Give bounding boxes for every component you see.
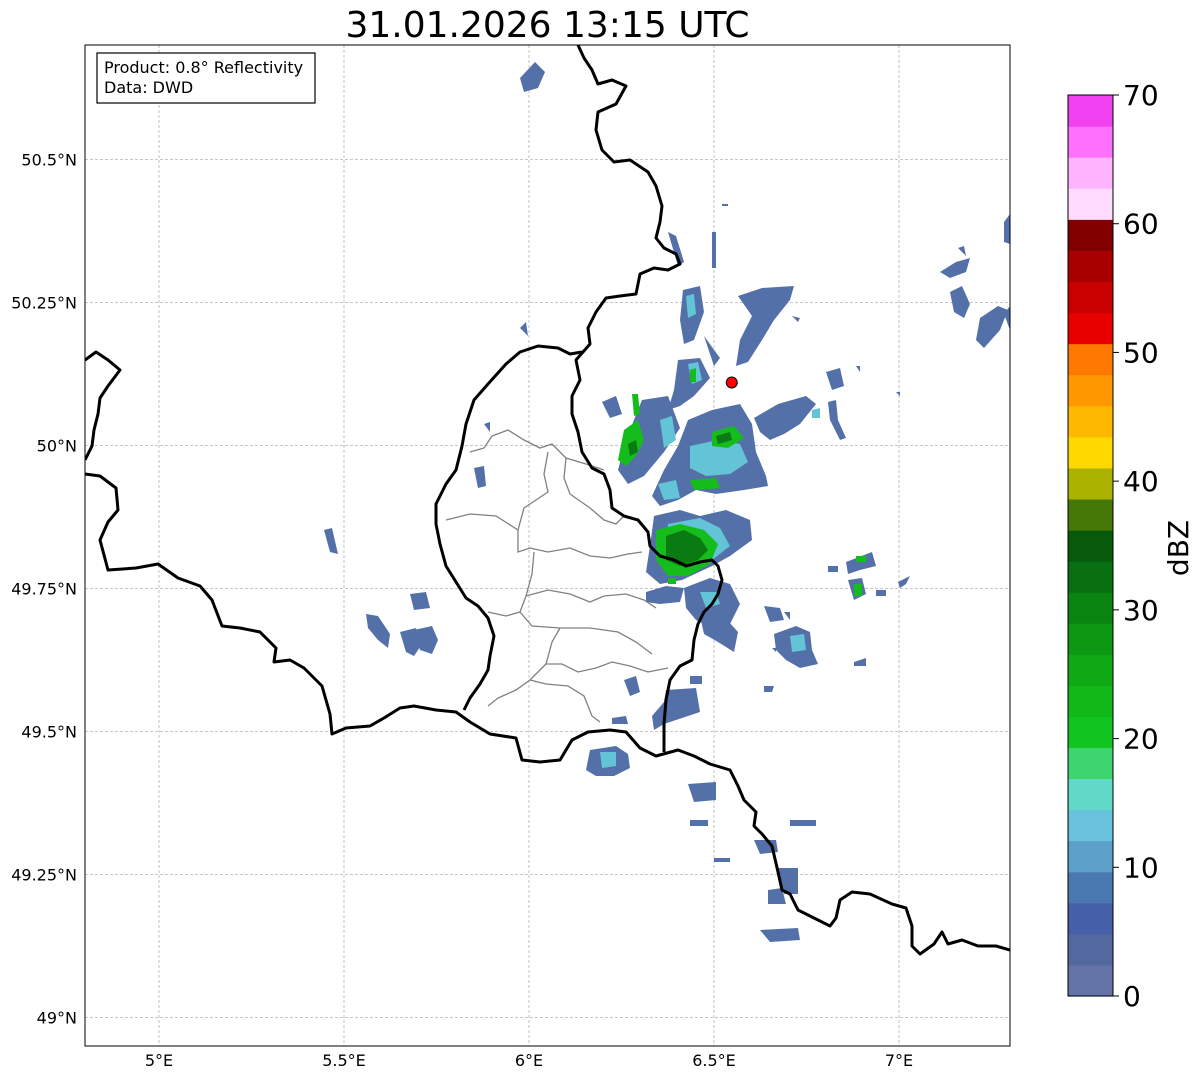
colorbar-ticks: 0 10 20 30 40 50 60 70 bbox=[1113, 79, 1159, 1013]
colorbar-segment bbox=[1068, 623, 1113, 655]
colorbar-tick-label: 60 bbox=[1123, 208, 1159, 241]
latitude-tick-labels: 49°N 49.25°N 49.5°N 49.75°N 50°N 50.25°N 50.5°… bbox=[11, 150, 77, 1027]
lon-tick-label: 6.5°E bbox=[692, 1051, 736, 1070]
colorbar-segment bbox=[1068, 871, 1113, 904]
radar-site-marker bbox=[725, 376, 738, 389]
colorbar-segment bbox=[1068, 933, 1113, 966]
colorbar-segment bbox=[1068, 95, 1113, 127]
colorbar-segment bbox=[1068, 157, 1113, 189]
colorbar-segment bbox=[1068, 219, 1113, 251]
colorbar-segment bbox=[1068, 592, 1113, 624]
radar-map-figure: Product: 0.8° Reflectivity Data: DWD 5°E… bbox=[11, 44, 1195, 1070]
colorbar-segment bbox=[1068, 561, 1113, 593]
colorbar-segment bbox=[1068, 654, 1113, 686]
info-data-source-text: Data: DWD bbox=[104, 78, 193, 97]
lat-tick-label: 50.5°N bbox=[21, 150, 77, 169]
lon-tick-label: 6°E bbox=[515, 1051, 543, 1070]
colorbar-tick-label: 40 bbox=[1123, 465, 1159, 498]
colorbar-segment bbox=[1068, 902, 1113, 935]
lat-tick-label: 50°N bbox=[37, 436, 77, 455]
colorbar-segment bbox=[1068, 685, 1113, 717]
colorbar-tick-label: 20 bbox=[1123, 723, 1159, 756]
colorbar-segment bbox=[1068, 716, 1113, 749]
lat-tick-label: 49°N bbox=[37, 1008, 77, 1027]
lon-tick-label: 5.5°E bbox=[322, 1051, 366, 1070]
colorbar-segment bbox=[1068, 436, 1113, 469]
colorbar-tick-label: 50 bbox=[1123, 336, 1159, 369]
lon-tick-label: 5°E bbox=[145, 1051, 173, 1070]
colorbar-segment bbox=[1068, 809, 1113, 842]
info-box: Product: 0.8° Reflectivity Data: DWD bbox=[96, 52, 316, 104]
colorbar-tick-label: 0 bbox=[1123, 980, 1141, 1013]
colorbar-segment bbox=[1068, 778, 1113, 811]
colorbar-label: dBZ bbox=[1162, 520, 1195, 576]
info-product-text: Product: 0.8° Reflectivity bbox=[104, 58, 303, 77]
lon-tick-label: 7°E bbox=[885, 1051, 913, 1070]
colorbar-tick-label: 30 bbox=[1123, 594, 1159, 627]
lat-tick-label: 49.5°N bbox=[21, 722, 77, 741]
colorbar-segment bbox=[1068, 840, 1113, 873]
colorbar-segment bbox=[1068, 374, 1113, 407]
colorbar-segment bbox=[1068, 126, 1113, 158]
colorbar-segment bbox=[1068, 405, 1113, 438]
longitude-tick-labels: 5°E 5.5°E 6°E 6.5°E 7°E bbox=[145, 1051, 913, 1070]
colorbar-segment bbox=[1068, 529, 1113, 562]
colorbar bbox=[1068, 95, 1113, 997]
colorbar-segment bbox=[1068, 250, 1113, 283]
lat-tick-label: 50.25°N bbox=[11, 293, 77, 312]
colorbar-segment bbox=[1068, 281, 1113, 314]
colorbar-segment bbox=[1068, 312, 1113, 345]
colorbar-segment bbox=[1068, 467, 1113, 500]
colorbar-tick-label: 10 bbox=[1123, 851, 1159, 884]
lat-tick-label: 49.25°N bbox=[11, 865, 77, 884]
colorbar-segment bbox=[1068, 747, 1113, 780]
colorbar-tick-label: 70 bbox=[1123, 79, 1159, 112]
colorbar-segment bbox=[1068, 498, 1113, 531]
colorbar-segment bbox=[1068, 964, 1113, 997]
colorbar-segment bbox=[1068, 188, 1113, 220]
colorbar-segment bbox=[1068, 343, 1113, 376]
lat-tick-label: 49.75°N bbox=[11, 579, 77, 598]
